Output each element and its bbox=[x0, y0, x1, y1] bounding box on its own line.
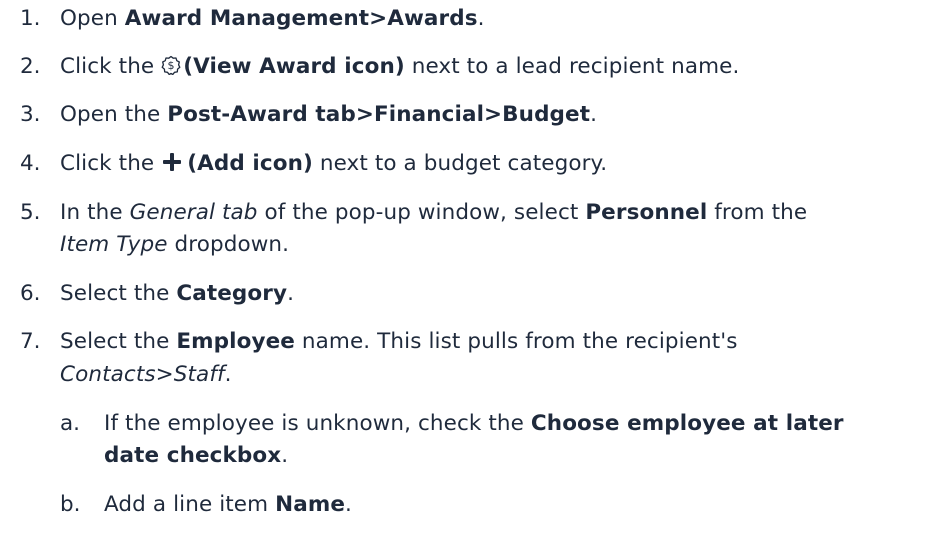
step-text: . bbox=[590, 102, 598, 127]
step-text: . bbox=[345, 492, 352, 517]
step-7-text-line-2: Contacts>Staff. bbox=[60, 360, 232, 390]
step-text: . bbox=[477, 6, 485, 31]
step-number: 4. bbox=[20, 151, 41, 176]
field-name: Employee bbox=[176, 329, 295, 354]
menu-path: Post-Award tab>Financial>Budget bbox=[167, 102, 591, 127]
view-award-icon: $ bbox=[161, 54, 181, 76]
step-text: next to a budget category. bbox=[312, 151, 608, 176]
substep-b-text: Add a line item Name. bbox=[104, 490, 352, 520]
checkbox-name: Choose employee at later bbox=[530, 411, 844, 436]
step-2-text: Click the $ (View Award icon) next to a l… bbox=[60, 52, 739, 82]
menu-reference: Contacts>Staff bbox=[60, 362, 225, 387]
step-1-text: Open Award Management>Awards. bbox=[60, 4, 485, 34]
step-text: Open the bbox=[60, 102, 168, 127]
step-3-text: Open the Post-Award tab>Financial>Budget… bbox=[60, 100, 597, 130]
step-text: Click the bbox=[60, 54, 162, 79]
svg-text:$: $ bbox=[168, 59, 175, 72]
step-text: . bbox=[224, 362, 232, 387]
step-4-text: Click the (Add icon) next to a budget ca… bbox=[60, 149, 607, 179]
step-text: of the pop-up window, select bbox=[257, 200, 586, 225]
step-text: from the bbox=[707, 200, 808, 225]
icon-label: (View Award icon) bbox=[183, 54, 405, 79]
step-text: Add a line item bbox=[104, 492, 276, 517]
step-number: 5. bbox=[20, 200, 41, 225]
checkbox-name: date checkbox bbox=[104, 443, 282, 468]
substep-letter: b. bbox=[60, 492, 81, 517]
step-text: Open bbox=[60, 6, 125, 31]
step-7-text-line-1: Select the Employee name. This list pull… bbox=[60, 327, 738, 357]
step-text: name. This list pulls from the recipient… bbox=[295, 329, 738, 354]
step-text: Select the bbox=[60, 329, 177, 354]
field-name: Name bbox=[275, 492, 346, 517]
step-number: 3. bbox=[20, 102, 41, 127]
step-text: . bbox=[281, 443, 289, 468]
step-number: 1. bbox=[20, 6, 41, 31]
step-text: dropdown. bbox=[167, 232, 290, 257]
step-text: next to a lead recipient name. bbox=[404, 54, 740, 79]
field-reference: Item Type bbox=[60, 232, 168, 257]
step-5-text-line-2: Item Type dropdown. bbox=[60, 230, 289, 260]
add-icon bbox=[161, 151, 183, 173]
step-number: 7. bbox=[20, 329, 41, 354]
step-5-text-line-1: In the General tab of the pop-up window,… bbox=[60, 198, 807, 228]
instruction-steps: 1. Open Award Management>Awards. 2. Clic… bbox=[0, 0, 938, 537]
step-number: 6. bbox=[20, 281, 41, 306]
step-text: Select the bbox=[60, 281, 177, 306]
step-text: If the employee is unknown, check the bbox=[104, 411, 531, 436]
step-6-text: Select the Category. bbox=[60, 279, 294, 309]
step-text: Click the bbox=[60, 151, 162, 176]
substep-a-text-line-1: If the employee is unknown, check the Ch… bbox=[104, 409, 844, 439]
tab-reference: General tab bbox=[129, 200, 258, 225]
substep-letter: a. bbox=[60, 411, 81, 436]
substep-a-text-line-2: date checkbox. bbox=[104, 441, 288, 471]
step-text: . bbox=[287, 281, 295, 306]
step-text: In the bbox=[60, 200, 130, 225]
option-name: Personnel bbox=[585, 200, 708, 225]
field-name: Category bbox=[176, 281, 288, 306]
step-number: 2. bbox=[20, 54, 41, 79]
menu-path: Award Management>Awards bbox=[124, 6, 478, 31]
icon-label: (Add icon) bbox=[187, 151, 313, 176]
